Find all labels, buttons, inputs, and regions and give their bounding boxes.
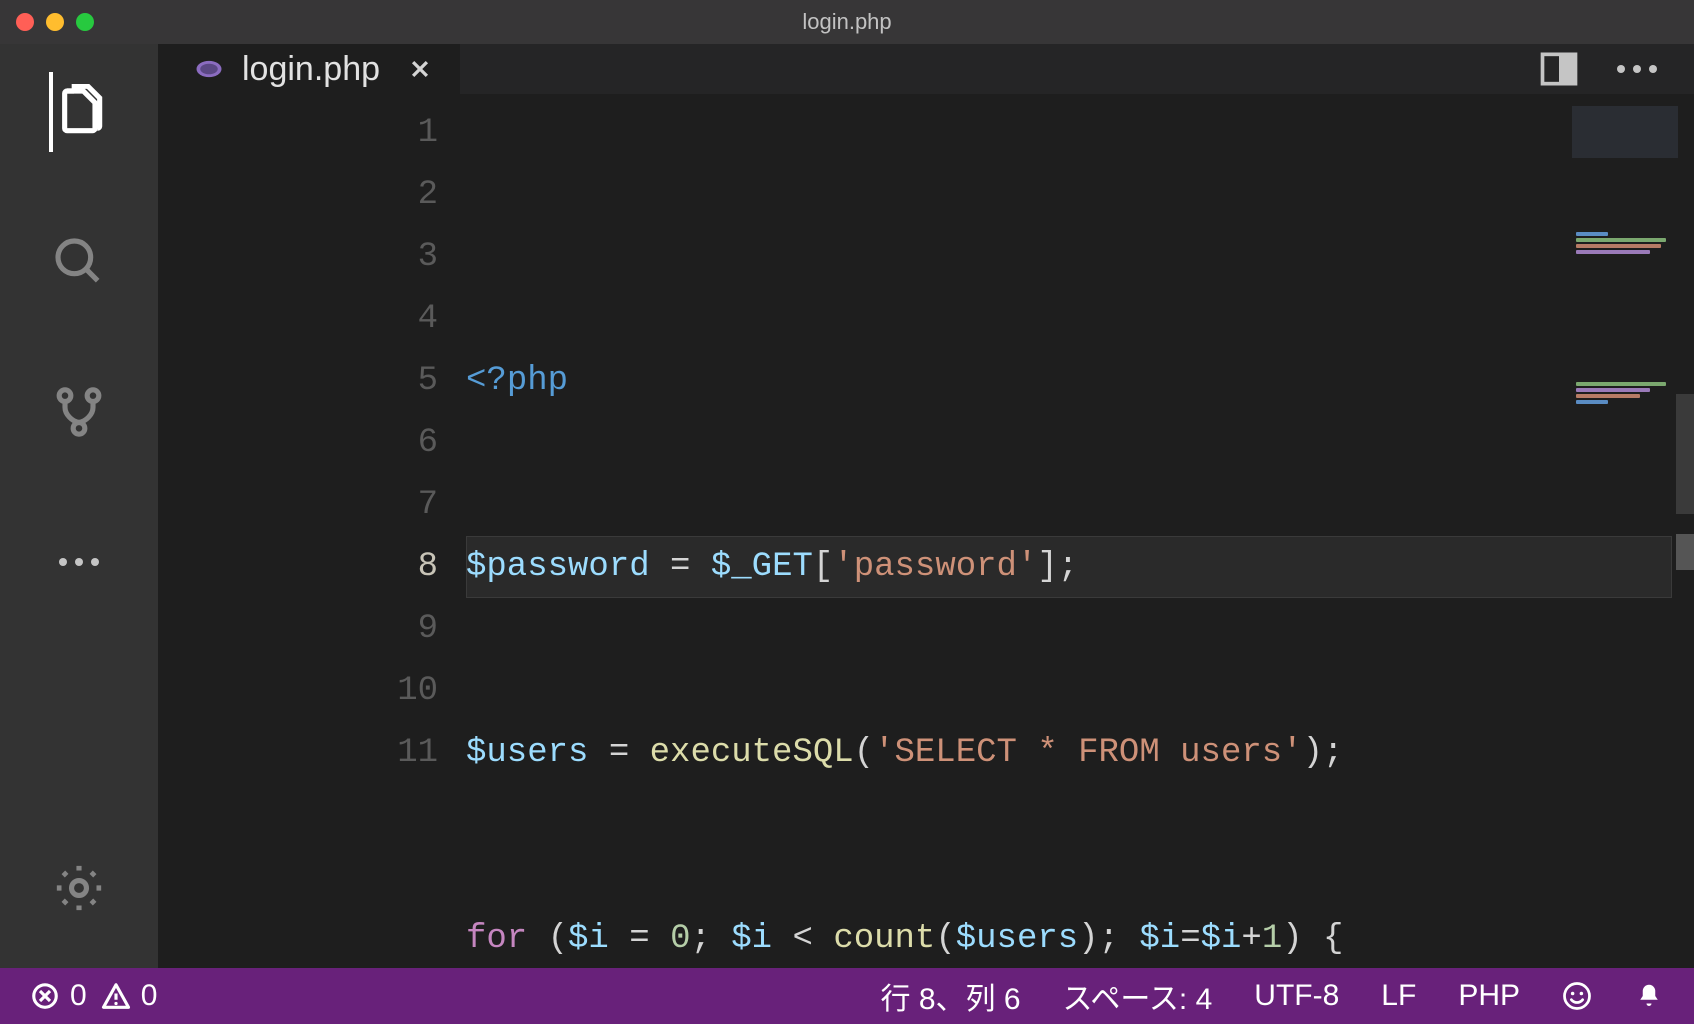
line-number-gutter: 1 2 3 4 5 6 7 8 9 10 11 bbox=[158, 94, 466, 1024]
more-actions-button[interactable] bbox=[49, 522, 109, 602]
line-number: 3 bbox=[338, 226, 438, 288]
explorer-button[interactable] bbox=[49, 72, 109, 152]
editor-actions bbox=[1534, 44, 1694, 94]
code-content[interactable]: <?php $password = $_GET['password']; $us… bbox=[466, 94, 1694, 1024]
errors-count: 0 bbox=[70, 979, 87, 1013]
window-title: login.php bbox=[0, 9, 1694, 35]
minimap[interactable] bbox=[1572, 106, 1678, 158]
titlebar: login.php bbox=[0, 0, 1694, 44]
split-editor-button[interactable] bbox=[1534, 44, 1584, 94]
editor-area: login.php 1 2 3 4 5 bbox=[158, 44, 1694, 968]
line-number: 1 bbox=[338, 102, 438, 164]
line-number: 5 bbox=[338, 350, 438, 412]
code-editor[interactable]: 1 2 3 4 5 6 7 8 9 10 11 <?php $password … bbox=[158, 94, 1694, 1024]
editor-more-button[interactable] bbox=[1612, 44, 1662, 94]
line-number: 4 bbox=[338, 288, 438, 350]
warnings-button[interactable]: 0 bbox=[101, 979, 158, 1013]
line-number: 8 bbox=[338, 536, 438, 598]
maximize-window-button[interactable] bbox=[76, 13, 94, 31]
php-file-icon bbox=[194, 54, 224, 84]
close-tab-button[interactable] bbox=[406, 55, 434, 83]
minimize-window-button[interactable] bbox=[46, 13, 64, 31]
settings-button[interactable] bbox=[51, 848, 107, 928]
search-button[interactable] bbox=[49, 222, 109, 302]
scrollbar-thumb[interactable] bbox=[1676, 394, 1694, 514]
window-controls bbox=[16, 13, 94, 31]
errors-button[interactable]: 0 bbox=[30, 979, 87, 1013]
activity-bar bbox=[0, 44, 158, 968]
line-number: 7 bbox=[338, 474, 438, 536]
line-number: 2 bbox=[338, 164, 438, 226]
close-window-button[interactable] bbox=[16, 13, 34, 31]
tab-login-php[interactable]: login.php bbox=[158, 44, 460, 94]
line-number: 10 bbox=[338, 660, 438, 722]
line-number: 9 bbox=[338, 598, 438, 660]
line-number: 11 bbox=[338, 722, 438, 784]
line-number: 6 bbox=[338, 412, 438, 474]
warnings-count: 0 bbox=[141, 979, 158, 1013]
scrollbar-mark bbox=[1676, 534, 1694, 570]
tabs-row: login.php bbox=[158, 44, 1694, 94]
tab-label: login.php bbox=[242, 50, 380, 89]
source-control-button[interactable] bbox=[49, 372, 109, 452]
